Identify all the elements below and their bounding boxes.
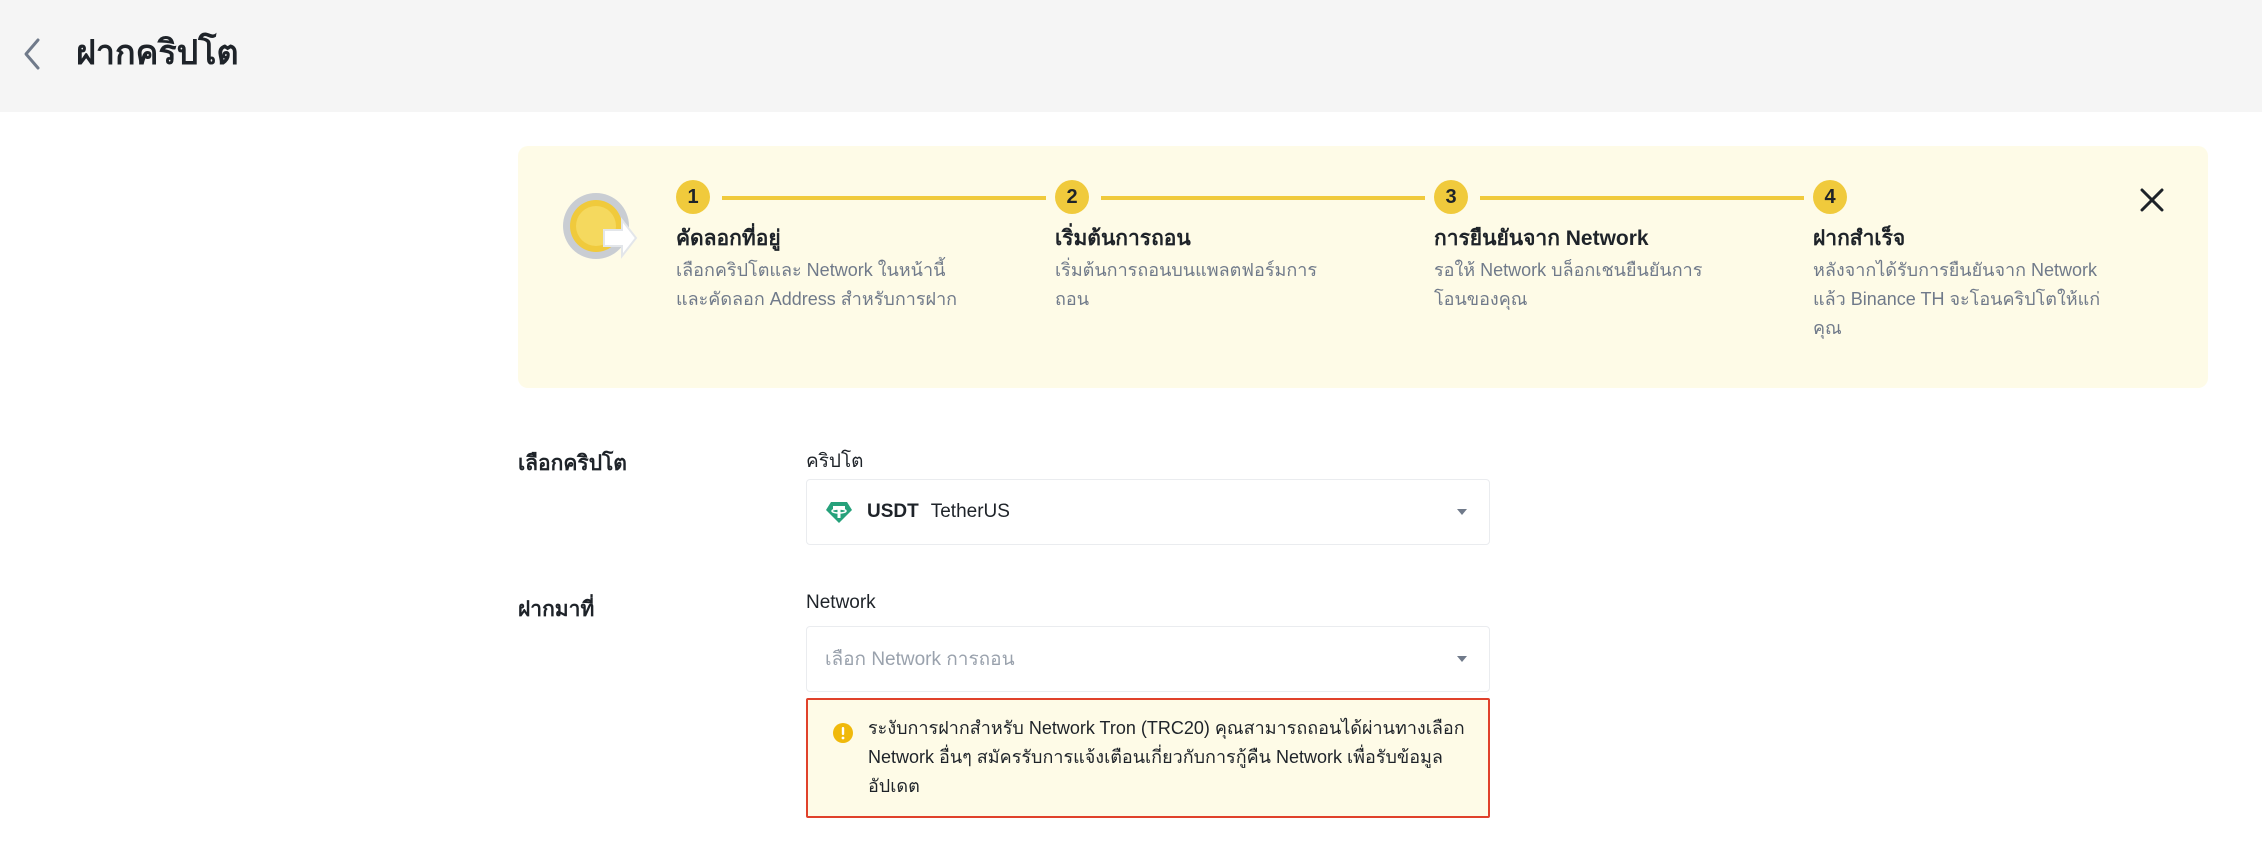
step-description: รอให้ Network บล็อกเชนยืนยันการโอนของคุณ bbox=[1434, 260, 1703, 309]
network-placeholder: เลือก Network การถอน bbox=[825, 649, 1015, 670]
network-warning-box: ระงับการฝากสำหรับ Network Tron (TRC20) ค… bbox=[806, 698, 1490, 818]
step-1: 1 คัดลอกที่อยู่ เลือกคริปโตและ Network ใ… bbox=[676, 180, 1056, 314]
network-select[interactable]: เลือก Network การถอน bbox=[806, 626, 1490, 692]
crypto-select-value: USDT TetherUS bbox=[825, 480, 1010, 544]
deposit-coin-icon bbox=[563, 193, 638, 259]
close-icon bbox=[2140, 188, 2164, 212]
step-description: เลือกคริปโตและ Network ในหน้านี้และคัดลอ… bbox=[676, 260, 958, 309]
deposit-steps-panel: 1 คัดลอกที่อยู่ เลือกคริปโตและ Network ใ… bbox=[518, 146, 2208, 388]
deposit-section-label: ฝากมาที่ bbox=[518, 598, 595, 621]
page-header: ฝากคริปโต bbox=[0, 0, 2262, 112]
warning-icon bbox=[833, 723, 853, 743]
warning-text: ระงับการฝากสำหรับ Network Tron (TRC20) ค… bbox=[868, 718, 1465, 796]
crypto-section-label: เลือกคริปโต bbox=[518, 452, 627, 475]
step-title: เริ่มต้นการถอน bbox=[1055, 227, 1191, 250]
step-title: ฝากสำเร็จ bbox=[1813, 227, 1906, 250]
coin-name: TetherUS bbox=[930, 501, 1010, 522]
step-description: หลังจากได้รับการยืนยันจาก Network แล้ว B… bbox=[1813, 260, 2101, 338]
step-connector bbox=[1101, 196, 1425, 200]
step-number: 2 bbox=[1055, 180, 1089, 214]
caret-down-icon bbox=[1457, 509, 1467, 515]
back-button[interactable] bbox=[14, 30, 50, 78]
network-select-value: เลือก Network การถอน bbox=[825, 627, 1015, 691]
step-number: 3 bbox=[1434, 180, 1468, 214]
tether-icon bbox=[826, 502, 852, 523]
step-connector bbox=[1480, 196, 1804, 200]
step-connector bbox=[722, 196, 1046, 200]
chevron-left-icon bbox=[24, 38, 40, 70]
step-description: เริ่มต้นการถอนบนแพลตฟอร์มการถอน bbox=[1055, 260, 1318, 309]
coin-symbol: USDT bbox=[867, 501, 919, 522]
step-title: คัดลอกที่อยู่ bbox=[676, 227, 781, 250]
page-title: ฝากคริปโต bbox=[76, 34, 239, 72]
step-3: 3 การยืนยันจาก Network รอให้ Network บล็… bbox=[1434, 180, 1814, 314]
step-number: 1 bbox=[676, 180, 710, 214]
caret-down-icon bbox=[1457, 656, 1467, 662]
step-2: 2 เริ่มต้นการถอน เริ่มต้นการถอนบนแพลตฟอร… bbox=[1055, 180, 1435, 314]
crypto-select[interactable]: USDT TetherUS bbox=[806, 479, 1490, 545]
close-button[interactable] bbox=[2132, 180, 2172, 220]
step-title: การยืนยันจาก Network bbox=[1434, 227, 1649, 250]
step-number: 4 bbox=[1813, 180, 1847, 214]
crypto-caption: คริปโต bbox=[806, 451, 864, 472]
network-caption: Network bbox=[806, 592, 876, 613]
